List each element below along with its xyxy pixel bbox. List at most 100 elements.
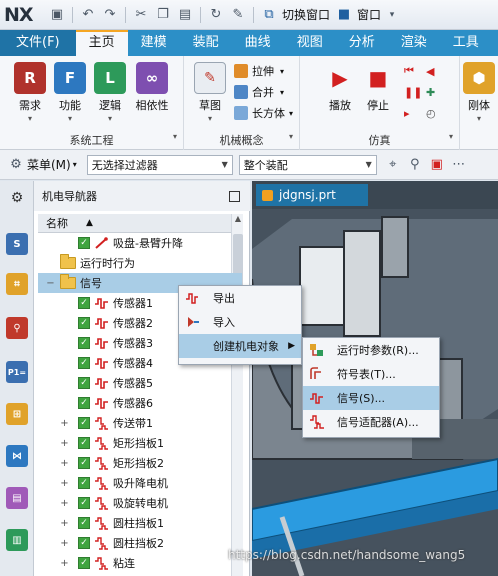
more-icon[interactable]: ⋯ [451,157,467,173]
menu-button[interactable]: 菜单(M) [27,156,71,173]
parameters-icon[interactable]: P1= [6,361,28,383]
switch-window-icon[interactable]: ⧉ [261,7,277,23]
menu-item-signal-adapter[interactable]: 信号适配器(A)... [303,410,439,434]
checkbox-checked[interactable]: ✓ [78,497,90,509]
tree-row[interactable]: ✓ 传感器5 [38,373,242,393]
tree-row[interactable]: + ✓ 吸旋转电机 [38,493,242,513]
unite-button[interactable]: 合并 ▾ [234,83,284,101]
rigid-body-button[interactable]: ⬢ 刚体 ▾ [462,62,496,123]
save-icon[interactable]: ▣ [49,7,65,23]
column-header-name[interactable]: 名称 ▲ [38,214,242,233]
tree-row[interactable]: ✓ 传感器6 [38,393,242,413]
tab-tools[interactable]: 工具 [440,30,492,56]
tree-row[interactable]: ✓ 吸盘-悬臂升降 [38,233,242,253]
scroll-up-icon[interactable]: ▲ [232,214,244,228]
tree-row[interactable]: + ✓ 圆柱挡板2 [38,533,242,553]
scope-select[interactable]: 整个装配 ▼ [238,154,377,175]
sketch-button[interactable]: ✎ 草图 ▾ [190,62,230,123]
expand-icon[interactable]: + [60,438,69,449]
command-finder-icon[interactable]: ⚙ [8,157,24,173]
tab-modeling[interactable]: 建模 [128,30,180,56]
tab-curve[interactable]: 曲线 [232,30,284,56]
tree-row[interactable]: + ✓ 矩形挡板2 [38,453,242,473]
functions-button[interactable]: F 功能 ▾ [50,62,90,123]
chevron-down-icon[interactable]: ▾ [73,160,77,169]
checkbox-checked[interactable]: ✓ [78,477,90,489]
tree-row[interactable]: + ✓ 矩形挡板1 [38,433,242,453]
menu-item-create-mechatronics-object[interactable]: 创建机电对象 ▶ [179,334,301,358]
chevron-down-icon[interactable]: ▾ [173,132,177,141]
expand-icon[interactable]: + [60,458,69,469]
checkbox-checked[interactable]: ✓ [78,437,90,449]
repeat-command-icon[interactable]: ↻ [208,7,224,23]
checkbox-checked[interactable]: ✓ [78,557,90,569]
checkbox-checked[interactable]: ✓ [78,297,90,309]
copy-icon[interactable]: ❐ [155,7,171,23]
restore-icon[interactable] [229,191,240,202]
checkbox-checked[interactable]: ✓ [78,237,90,249]
expand-icon[interactable]: + [60,418,69,429]
collapse-icon[interactable]: − [46,278,55,289]
filter-icon[interactable]: ⚲ [407,157,423,173]
block-button[interactable]: 长方体 ▾ [234,104,293,122]
mechatronics-navigator-icon[interactable]: ⌗ [6,273,28,295]
cut-icon[interactable]: ✂ [133,7,149,23]
expand-icon[interactable]: + [60,518,69,529]
pause-button[interactable]: ❚❚ [404,83,422,101]
snapshot-button[interactable]: ✚ [426,83,435,101]
part-navigator-icon[interactable]: ▤ [6,487,28,509]
requirements-button[interactable]: R 需求 ▾ [10,62,50,123]
rewind-button[interactable]: ⏮ [404,62,414,80]
tab-render[interactable]: 渲染 [388,30,440,56]
undo-icon[interactable]: ↶ [80,7,96,23]
tab-assembly[interactable]: 装配 [180,30,232,56]
assembly-navigator-icon[interactable]: S [6,233,28,255]
menu-item-symbol-table[interactable]: 符号表(T)... [303,362,439,386]
checkbox-checked[interactable]: ✓ [78,357,90,369]
paste-icon[interactable]: ▤ [177,7,193,23]
checkbox-checked[interactable]: ✓ [78,517,90,529]
tree-row[interactable]: + ✓ 圆柱挡板1 [38,513,242,533]
clock-button[interactable]: ◴ [426,104,436,122]
step-back-button[interactable]: ◀ [426,62,434,80]
cursor-select-icon[interactable]: ⌖ [385,157,401,173]
checkbox-checked[interactable]: ✓ [78,537,90,549]
checkbox-checked[interactable]: ✓ [78,397,90,409]
checkbox-checked[interactable]: ✓ [78,317,90,329]
play-button[interactable]: ▶ 播放 [320,62,360,113]
checkbox-checked[interactable]: ✓ [78,337,90,349]
extrude-button[interactable]: 拉伸 ▾ [234,62,284,80]
snap-icon[interactable]: ▣ [429,157,445,173]
chevron-down-icon[interactable]: ▾ [384,7,400,23]
chevron-down-icon[interactable]: ▾ [449,132,453,141]
tree-row[interactable]: 运行时行为 [38,253,242,273]
type-filter-select[interactable]: 无选择过滤器 ▼ [86,154,233,175]
history-icon[interactable]: ▥ [6,529,28,551]
tab-file[interactable]: 文件(F) [0,30,76,56]
checkbox-checked[interactable]: ✓ [78,377,90,389]
tab-analysis[interactable]: 分析 [336,30,388,56]
tree-row[interactable]: + ✓ 粘连 [38,553,242,573]
constraint-navigator-icon[interactable]: ⋈ [6,445,28,467]
dependency-button[interactable]: ∞ 相依性 [130,62,174,113]
step-forward-button[interactable]: ▸ [404,104,410,122]
logical-button[interactable]: L 逻辑 ▾ [90,62,130,123]
window-icon[interactable]: ■ [336,7,352,23]
expand-icon[interactable]: + [60,538,69,549]
menu-item-export[interactable]: 导出 [179,286,301,310]
touch-mode-icon[interactable]: ✎ [230,7,246,23]
part-tab[interactable]: jdgnsj.prt [256,184,368,206]
window-menu-button[interactable]: 窗口 [357,6,381,23]
menu-item-runtime-parameters[interactable]: 运行时参数(R)... [303,338,439,362]
switch-window-button[interactable]: 切换窗口 [282,6,330,23]
expand-icon[interactable]: + [60,478,69,489]
tree-row[interactable]: + ✓ 吸升降电机 [38,473,242,493]
tab-home[interactable]: 主页 [75,30,128,56]
checkbox-checked[interactable]: ✓ [78,417,90,429]
reuse-library-icon[interactable]: ⚲ [6,317,28,339]
tab-view[interactable]: 视图 [284,30,336,56]
checkbox-checked[interactable]: ✓ [78,457,90,469]
sequence-navigator-icon[interactable]: ⊞ [6,403,28,425]
menu-item-import[interactable]: 导入 [179,310,301,334]
expand-icon[interactable]: + [60,558,69,569]
